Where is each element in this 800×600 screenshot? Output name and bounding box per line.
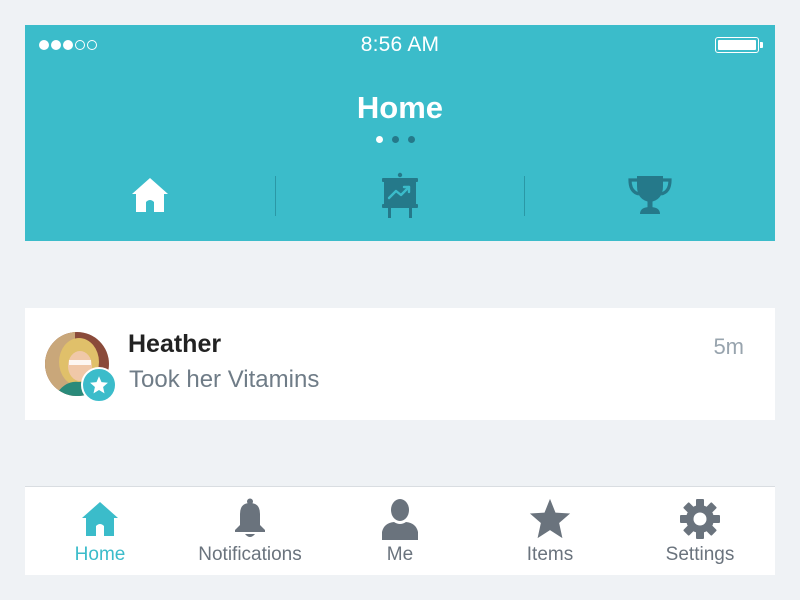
timestamp: 5m — [713, 334, 744, 359]
status-time: 8:56 AM — [360, 33, 440, 56]
tab-home[interactable]: Home — [25, 487, 175, 575]
user-name: Heather — [128, 330, 222, 358]
header-tab-bar — [25, 170, 775, 220]
tab-me[interactable]: Me — [325, 487, 475, 575]
bottom-tab-bar: Home Notifications Me Items Settings — [25, 486, 775, 575]
person-icon — [382, 499, 418, 540]
tab-label: Settings — [665, 544, 735, 565]
home-icon — [82, 502, 118, 536]
star-icon — [90, 376, 108, 394]
tab-label: Home — [74, 544, 126, 565]
header: 8:56 AM Home — [25, 25, 775, 241]
star-icon — [529, 498, 571, 539]
status-bar: 8:56 AM — [25, 25, 775, 67]
tab-settings[interactable]: Settings — [625, 487, 775, 575]
tab-label: Items — [526, 544, 574, 565]
activity-text: Took her Vitamins — [129, 366, 320, 393]
page-title: Home — [356, 90, 444, 125]
page-dot[interactable] — [392, 136, 399, 143]
bell-icon — [235, 498, 265, 537]
achievement-badge — [81, 367, 117, 403]
battery-icon — [715, 37, 763, 53]
header-tab-progress[interactable] — [275, 170, 525, 220]
tab-label: Notifications — [198, 544, 302, 565]
trophy-icon — [628, 176, 672, 214]
header-tab-achievements[interactable] — [525, 170, 775, 220]
page-dot[interactable] — [408, 136, 415, 143]
gear-icon — [680, 499, 720, 539]
tab-items[interactable]: Items — [475, 487, 625, 575]
tab-notifications[interactable]: Notifications — [175, 487, 325, 575]
chart-easel-icon — [382, 172, 418, 218]
header-tab-home[interactable] — [25, 170, 275, 220]
page-indicator[interactable] — [376, 136, 415, 143]
app-screen: 8:56 AM Home Heather Took her Vitamins 5… — [25, 25, 775, 600]
activity-card[interactable]: Heather Took her Vitamins 5m — [25, 308, 775, 420]
page-dot[interactable] — [376, 136, 383, 143]
home-icon — [132, 178, 168, 212]
tab-label: Me — [386, 544, 414, 565]
